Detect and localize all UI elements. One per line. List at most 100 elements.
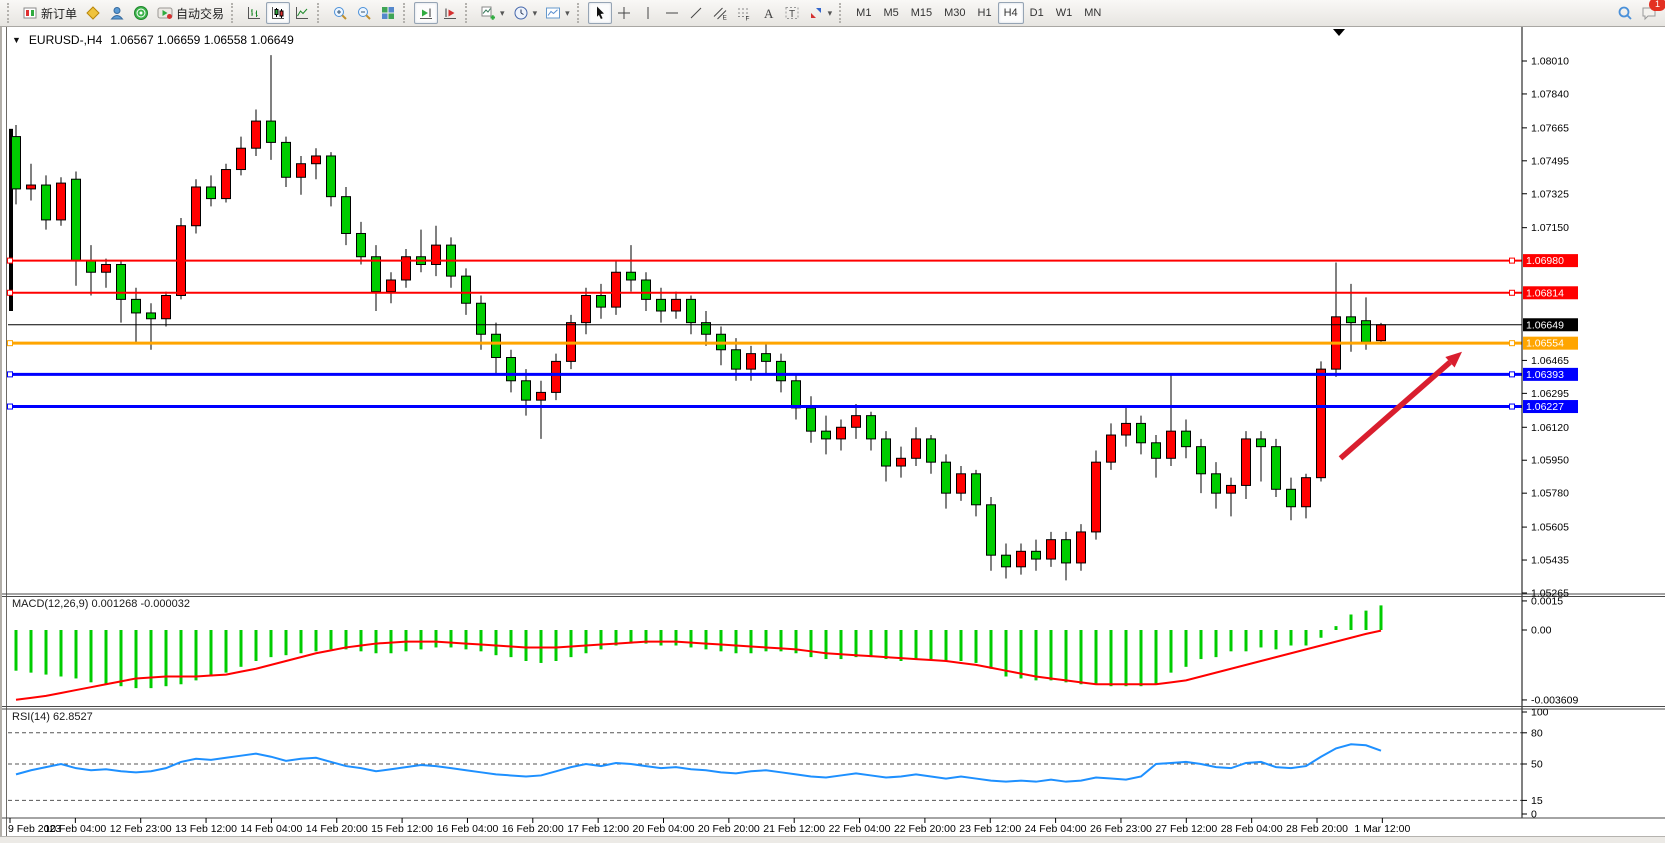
horizontal-line-button[interactable] [660, 2, 684, 24]
date-axis-label: 24 Feb 04:00 [1025, 823, 1087, 835]
timeframe-m30-button[interactable]: M30 [938, 2, 971, 24]
templates-button[interactable]: ▾ [541, 2, 574, 24]
chevron-down-icon[interactable]: ▼ [12, 35, 21, 45]
bar-chart-button[interactable] [242, 2, 266, 24]
candle [852, 404, 861, 439]
trendline-button[interactable] [684, 2, 708, 24]
date-axis-label: 22 Feb 04:00 [829, 823, 891, 835]
candle-body [1347, 317, 1356, 323]
candle [1032, 540, 1041, 571]
resistance-line-1-handle[interactable] [8, 258, 13, 263]
candle [597, 284, 606, 319]
resistance-line-1-handle[interactable] [1510, 258, 1515, 263]
timeframe-m1-button[interactable]: M1 [850, 2, 877, 24]
candle [57, 177, 66, 225]
date-axis-label: 16 Feb 20:00 [502, 823, 564, 835]
svg-text:T: T [789, 9, 795, 20]
templates-button-dropdown-icon[interactable]: ▾ [565, 8, 570, 19]
timeframe-m5-button[interactable]: M5 [877, 2, 904, 24]
bullish-arrow-shaft[interactable] [1341, 362, 1450, 458]
support-line-blue-1-handle[interactable] [8, 372, 13, 377]
candle-body [1317, 369, 1326, 478]
timeframe-d1-button[interactable]: D1 [1024, 2, 1050, 24]
svg-text:F: F [745, 16, 749, 22]
rsi-axis-tick-label: 80 [1531, 727, 1543, 739]
equidistant-channel-button[interactable]: E [708, 2, 732, 24]
candle-body [1077, 532, 1086, 563]
market-watch-button[interactable] [81, 2, 105, 24]
candle [507, 350, 516, 393]
data-window-button[interactable] [105, 2, 129, 24]
price-axis-tick-label: 1.07840 [1531, 88, 1569, 100]
candle [462, 268, 471, 315]
chart-shift-marker[interactable] [1333, 29, 1345, 36]
macd-signal-line [16, 631, 1381, 700]
resistance-line-2-handle[interactable] [1510, 290, 1515, 295]
candle [1062, 532, 1071, 580]
periods-button-dropdown-icon[interactable]: ▾ [533, 8, 538, 19]
candle [912, 427, 921, 466]
support-line-orange-handle[interactable] [1510, 341, 1515, 346]
candle [402, 249, 411, 288]
support-line-blue-1-handle[interactable] [1510, 372, 1515, 377]
candle [642, 272, 651, 311]
candle-body [642, 280, 651, 299]
clock-icon [513, 5, 529, 21]
periods-button[interactable]: ▾ [509, 2, 542, 24]
zoom-out-button[interactable] [352, 2, 376, 24]
text-button[interactable]: A [756, 2, 780, 24]
zoom-in-button[interactable] [328, 2, 352, 24]
arrows-button[interactable]: ▾ [804, 2, 837, 24]
arrows-button-dropdown-icon[interactable]: ▾ [828, 8, 833, 19]
candle-body [852, 416, 861, 428]
auto-scroll-button[interactable] [414, 2, 438, 24]
candle [132, 288, 141, 342]
candle-body [1137, 423, 1146, 442]
bullish-arrow[interactable] [1341, 352, 1463, 459]
candle [1182, 420, 1191, 459]
candle [177, 218, 186, 299]
cursor-button[interactable] [588, 2, 612, 24]
tile-windows-button[interactable] [376, 2, 400, 24]
date-axis-label: 17 Feb 12:00 [567, 823, 629, 835]
candle-body [987, 505, 996, 555]
support-line-orange-handle[interactable] [8, 341, 13, 346]
indicators-button-dropdown-icon[interactable]: ▾ [500, 8, 505, 19]
macd-axis-tick-label: -0.003609 [1531, 694, 1578, 706]
signals-button[interactable] [129, 2, 153, 24]
candle-body [582, 295, 591, 322]
candle [72, 171, 81, 285]
search-button[interactable] [1613, 2, 1637, 24]
candle [1212, 462, 1221, 509]
support-line-blue-2-handle[interactable] [8, 404, 13, 409]
vertical-line-button[interactable] [636, 2, 660, 24]
candle-body [57, 183, 66, 220]
line-chart-button[interactable] [290, 2, 314, 24]
text-label-button[interactable]: T [780, 2, 804, 24]
candle [492, 323, 501, 373]
resistance-line-2-handle[interactable] [8, 290, 13, 295]
candle-body [42, 185, 51, 220]
candle [87, 245, 96, 295]
timeframe-m15-button[interactable]: M15 [905, 2, 938, 24]
candle [1047, 532, 1056, 567]
timeframe-h1-button[interactable]: H1 [972, 2, 998, 24]
fibonacci-button[interactable]: F [732, 2, 756, 24]
crosshair-button[interactable] [612, 2, 636, 24]
chart-canvas[interactable]: 1.069801.068141.065541.063931.062271.066… [0, 27, 1665, 842]
candle-body [807, 408, 816, 431]
candle [972, 470, 981, 517]
autotrading-button[interactable]: 自动交易 [153, 2, 228, 24]
candle [822, 416, 831, 455]
candlestick-chart-button[interactable] [266, 2, 290, 24]
chart-shift-button[interactable] [438, 2, 462, 24]
timeframe-h4-button[interactable]: H4 [998, 2, 1024, 24]
timeframe-w1-button[interactable]: W1 [1050, 2, 1079, 24]
new-order-button[interactable]: 新订单 [18, 2, 81, 24]
timeframe-mn-button[interactable]: MN [1078, 2, 1107, 24]
indicators-button[interactable]: ▾ [476, 2, 509, 24]
support-line-orange-label-text: 1.06554 [1526, 338, 1564, 350]
date-axis-label: 15 Feb 12:00 [371, 823, 433, 835]
support-line-blue-2-handle[interactable] [1510, 404, 1515, 409]
support-line-blue-1-axis-label: 1.06393 [1523, 368, 1578, 381]
